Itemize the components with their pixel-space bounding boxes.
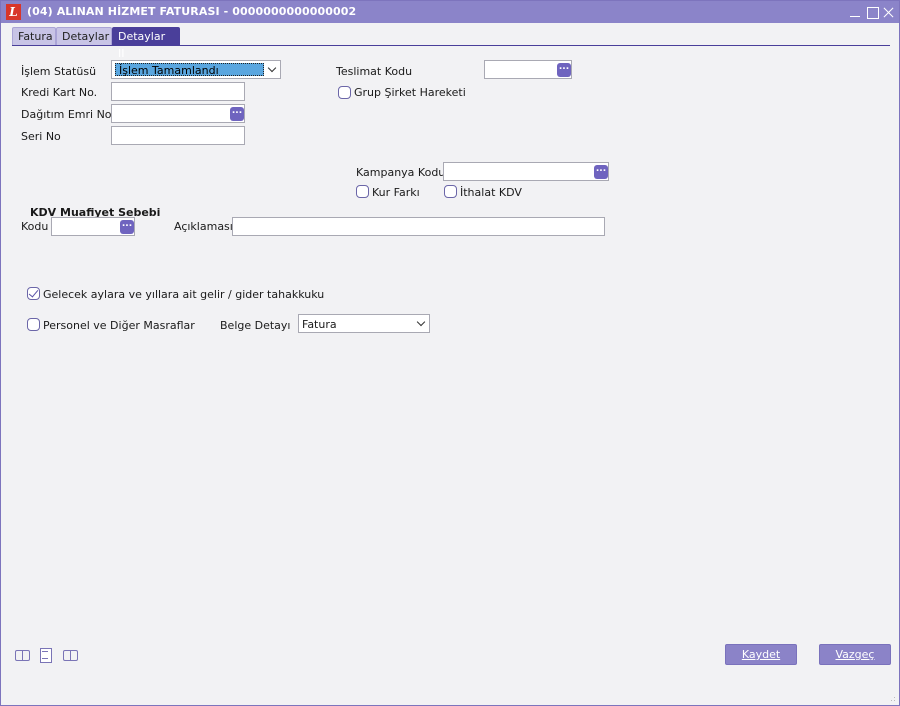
- ithalat-kdv-label: İthalat KDV: [460, 186, 522, 199]
- belge-detayi-value: Fatura: [302, 318, 337, 331]
- kredi-kart-label: Kredi Kart No.: [21, 86, 98, 99]
- tab-detaylar-ii[interactable]: Detaylar II: [112, 27, 180, 60]
- teslimat-kodu-label: Teslimat Kodu: [336, 65, 413, 78]
- book-open-icon[interactable]: [14, 648, 30, 662]
- invoice-window: L (04) ALINAN HİZMET FATURASI - 00000000…: [0, 0, 900, 706]
- tahakkuk-label: Gelecek aylara ve yıllara ait gelir / gi…: [43, 288, 325, 301]
- islem-statusu-label: İşlem Statüsü: [21, 65, 97, 78]
- dagitim-emri-label: Dağıtım Emri No.: [21, 108, 115, 121]
- kampanya-kodu-field[interactable]: ...: [443, 162, 609, 181]
- belge-detayi-select[interactable]: Fatura: [298, 314, 430, 333]
- tab-fatura[interactable]: Fatura: [12, 27, 56, 45]
- minimize-icon[interactable]: [848, 4, 862, 20]
- chevron-down-icon[interactable]: [266, 63, 280, 77]
- personel-label: Personel ve Diğer Masraflar: [43, 319, 195, 332]
- kampanya-kodu-lookup-button[interactable]: ...: [594, 165, 608, 179]
- book-open-icon[interactable]: [62, 648, 78, 662]
- vazgec-button[interactable]: Vazgeç: [819, 644, 891, 665]
- document-icon[interactable]: [37, 648, 53, 663]
- tahakkuk-checkbox[interactable]: [27, 287, 40, 300]
- islem-statusu-select[interactable]: İşlem Tamamlandı: [111, 60, 281, 79]
- tab-detaylar[interactable]: Detaylar: [56, 27, 112, 45]
- kdv-aciklamasi-label: Açıklaması: [174, 220, 233, 233]
- tab-underline: [12, 45, 890, 46]
- seri-no-label: Seri No: [21, 130, 61, 143]
- grup-sirket-checkbox[interactable]: [338, 86, 351, 99]
- dagitim-emri-field[interactable]: ...: [111, 104, 245, 123]
- ithalat-kdv-checkbox[interactable]: [444, 185, 457, 198]
- window-title: (04) ALINAN HİZMET FATURASI - 0000000000…: [27, 5, 357, 18]
- kaydet-button[interactable]: Kaydet: [725, 644, 797, 665]
- app-logo-icon: L: [6, 4, 21, 20]
- dagitim-emri-lookup-button[interactable]: ...: [230, 107, 244, 121]
- kur-farki-checkbox[interactable]: [356, 185, 369, 198]
- islem-statusu-value: İşlem Tamamlandı: [115, 63, 264, 77]
- title-bar[interactable]: L (04) ALINAN HİZMET FATURASI - 00000000…: [1, 1, 899, 23]
- personel-checkbox[interactable]: [27, 318, 40, 331]
- kdv-kodu-lookup-button[interactable]: ...: [120, 220, 134, 234]
- seri-no-field[interactable]: [111, 126, 245, 145]
- kur-farki-label: Kur Farkı: [372, 186, 420, 199]
- kdv-aciklamasi-field[interactable]: [232, 217, 605, 236]
- close-icon[interactable]: [881, 4, 895, 20]
- kredi-kart-field[interactable]: [111, 82, 245, 101]
- belge-detayi-label: Belge Detayı: [220, 319, 291, 332]
- maximize-icon[interactable]: [865, 4, 879, 20]
- chevron-down-icon[interactable]: [415, 317, 429, 331]
- grup-sirket-label: Grup Şirket Hareketi: [354, 86, 466, 99]
- teslimat-kodu-field[interactable]: ...: [484, 60, 572, 79]
- teslimat-kodu-lookup-button[interactable]: ...: [557, 63, 571, 77]
- kdv-kodu-field[interactable]: ...: [51, 217, 135, 236]
- kdv-kodu-label: Kodu: [21, 220, 49, 233]
- resize-grip[interactable]: [885, 691, 895, 701]
- kampanya-kodu-label: Kampanya Kodu: [356, 166, 446, 179]
